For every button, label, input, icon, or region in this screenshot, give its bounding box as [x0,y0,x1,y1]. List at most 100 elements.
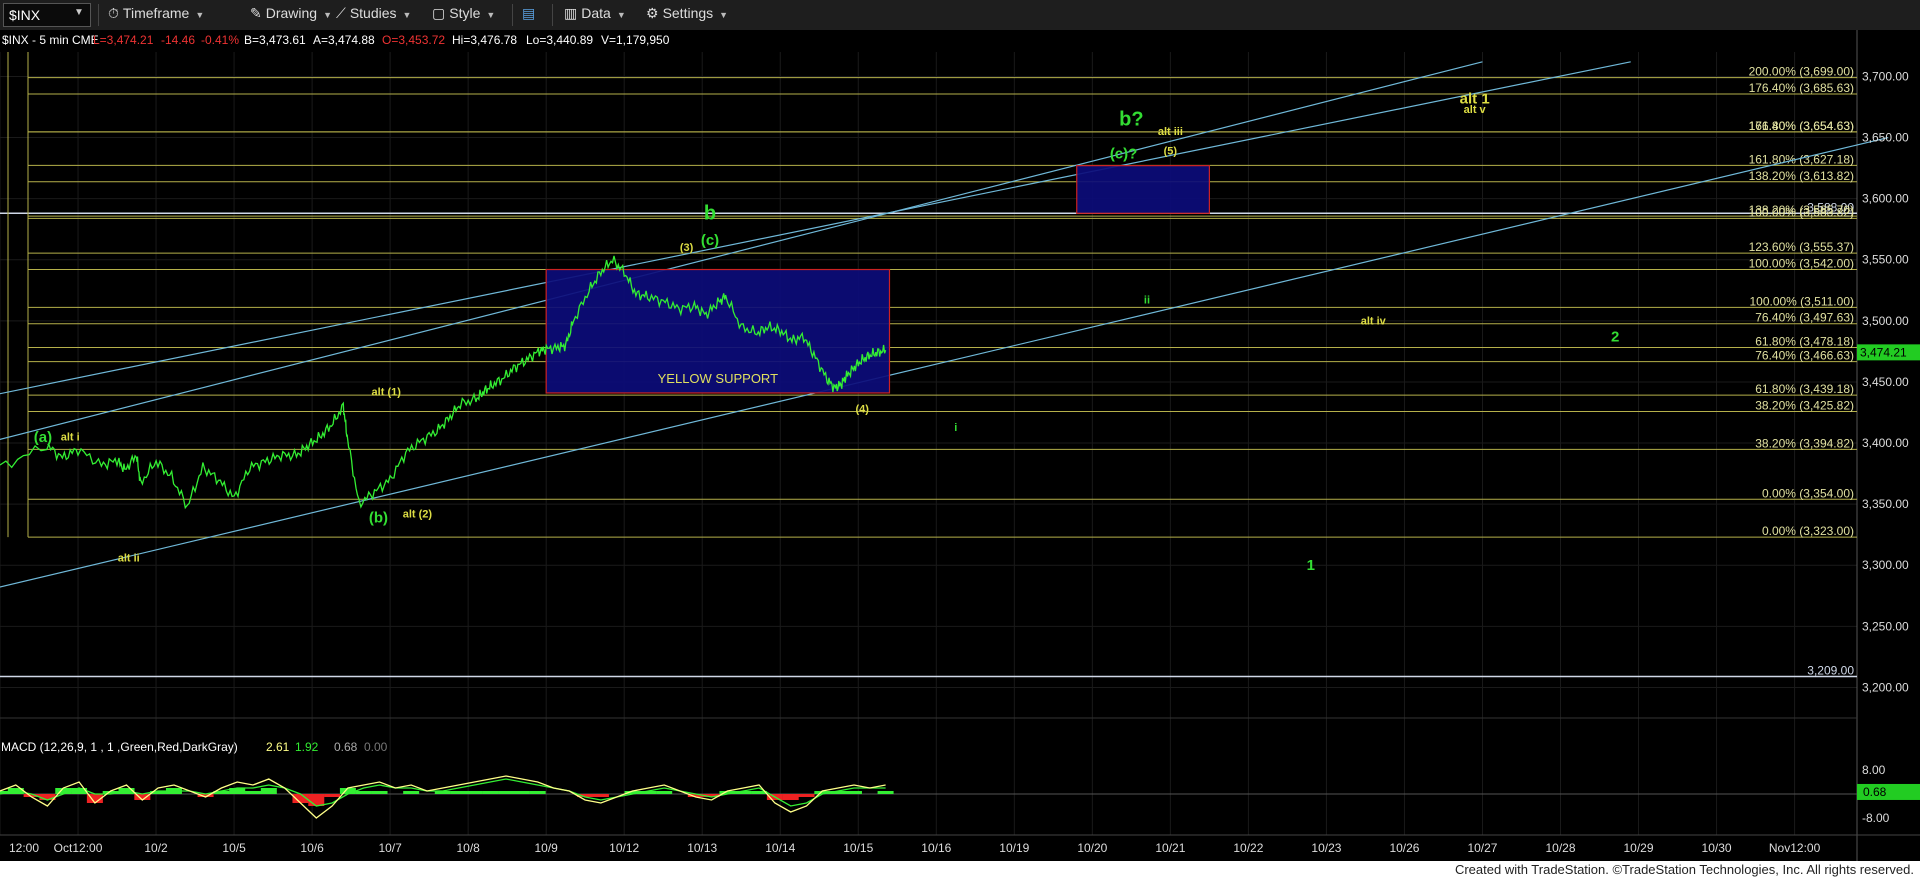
low-price: Lo=3,440.89 [526,33,593,47]
chevron-down-icon: ▼ [486,10,496,20]
macd-histogram-bar [245,791,262,794]
time-tick-label: 12:00 [9,841,39,855]
symbol-text: $INX [9,7,41,23]
open-price: O=3,453.72 [382,33,445,47]
wave-label: b [704,202,716,224]
wave-label: alt v [1464,104,1487,116]
wave-label: alt i [61,432,80,444]
wave-label: alt (2) [403,509,433,521]
toolbar-divider [552,4,553,26]
wave-label: (5) [1164,146,1178,158]
layout-button[interactable]: ▤ [522,5,535,25]
macd-histogram-bar [355,791,372,794]
timeframe-menu[interactable]: ⏱ Timeframe ▼ [108,5,204,25]
macd-histogram-bar [482,791,499,794]
price-tick-label: 3,200.00 [1862,680,1909,694]
fib-level-label: 38.20% (3,394.82) [1755,436,1854,450]
last-price: L=3,474.21 [93,33,154,47]
wave-label: alt iii [1158,126,1183,138]
macd-histogram-bar [845,791,862,794]
time-tick-label: 10/14 [765,841,795,855]
wave-label: 1 [1307,557,1315,574]
timeframe-label: Timeframe [122,5,190,21]
wave-label: alt iv [1361,316,1387,328]
time-tick-label: 10/27 [1467,841,1497,855]
window-layout-icon: ▤ [522,5,536,21]
fib-level-label: 200.00% (3,699.00) [1749,65,1854,79]
chevron-down-icon: ▼ [719,10,729,20]
macd-histogram-bar [877,791,894,794]
drawing-menu[interactable]: ✎ Drawing ▼ [250,5,332,25]
time-tick-label: 10/30 [1702,841,1732,855]
style-menu[interactable]: ▢ Style ▼ [432,5,495,25]
clock-icon: ⏱ [108,5,119,21]
fib-level-label: 76.40% (3,466.63) [1755,349,1854,363]
wave-label: alt ii [118,553,140,565]
price-chart[interactable]: 200.00% (3,699.00) 176.40% (3,685.63) 1 61.… [0,30,1920,861]
time-tick-label: 10/16 [921,841,951,855]
price-tick-label: 3,550.00 [1862,253,1909,267]
macd-histogram-bar [324,794,341,797]
studies-icon: ⟋ [336,5,346,21]
macd-histogram-bar [656,791,673,794]
time-tick-label: 10/2 [144,841,168,855]
fib-level-label: 3,209.00 [1807,663,1854,677]
macd-current-label: 0.68 [1863,785,1887,799]
wave-label: ii [1144,295,1150,307]
change-value: -14.46 [161,33,195,47]
fib-level-label: 176.40% (3,654.63) [1749,119,1854,133]
fib-level-label: 138.20% (3,613.82) [1749,169,1854,183]
time-tick-label: 10/12 [609,841,639,855]
high-price: Hi=3,476.78 [452,33,517,47]
macd-histogram-bar [466,791,483,794]
copyright-text: Created with TradeStation. ©TradeStation… [1454,862,1914,877]
macd-histogram-bar [450,791,467,794]
fib-level-label: 100.00% (3,511.00) [1749,294,1854,308]
price-tick-label: 3,700.00 [1862,69,1909,83]
time-tick-label: 10/9 [534,841,558,855]
fib-level-label: 0.00% (3,323.00) [1762,524,1854,538]
macd-tick-label: 8.00 [1862,763,1886,777]
time-tick-label: 10/21 [1155,841,1185,855]
price-tick-label: 3,250.00 [1862,619,1909,633]
toolbar-divider [512,4,513,26]
toolbar: $INX ▼ ⏱ Timeframe ▼ ✎ Drawing ▼ ⟋ Studies ▼ ▢… [0,0,1920,31]
time-tick-label: 10/13 [687,841,717,855]
wave-label: i [954,422,957,434]
toolbar-divider [98,4,99,26]
macd-label: MACD (12,26,9, 1 , 1 ,Green,Red,DarkGray… [1,740,238,754]
time-tick-label: 10/19 [999,841,1029,855]
chevron-down-icon: ▼ [323,10,333,20]
symbol-select[interactable]: $INX ▼ [3,3,91,27]
footer: Created with TradeStation. ©TradeStation… [0,861,1920,879]
macd-histogram-bar [513,791,530,794]
time-tick-label: 10/15 [843,841,873,855]
macd-diff-value: 0.68 [334,740,358,754]
settings-menu[interactable]: ⚙ Settings ▼ [646,5,728,25]
time-tick-label: 10/28 [1545,841,1575,855]
fib-level-label: 38.20% (3,425.82) [1755,398,1854,412]
time-tick-label: 10/23 [1311,841,1341,855]
price-tick-label: 3,400.00 [1862,436,1909,450]
studies-menu[interactable]: ⟋ Studies ▼ [336,5,411,25]
time-tick-label: Nov12:00 [1769,841,1821,855]
fib-level-label: 100.00% (3,542.00) [1749,257,1854,271]
wave-label: alt (1) [372,386,402,398]
chevron-down-icon: ▼ [74,7,84,18]
wave-label: (b) [369,509,388,526]
macd-histogram-bar [592,794,609,797]
style-label: Style [449,5,481,21]
wave-label: (4) [855,403,869,415]
fib-level-label: 176.40% (3,685.63) [1749,81,1854,95]
price-tick-label: 3,600.00 [1862,192,1909,206]
data-menu[interactable]: ▥ Data ▼ [564,5,626,25]
wave-label: 2 [1611,329,1619,346]
chart-header: $INX - 5 min CME L=3,474.21 -14.46 -0.41… [2,33,670,47]
fib-level-label: 61.80% (3,478.18) [1755,335,1854,349]
chevron-down-icon: ▼ [402,10,412,20]
price-tick-label: 3,350.00 [1862,497,1909,511]
gear-icon: ⚙ [646,5,659,21]
fib-level-label: 123.60% (3,555.37) [1749,240,1854,254]
macd-histogram-bar [371,791,388,794]
macd-histogram-bar [498,791,515,794]
